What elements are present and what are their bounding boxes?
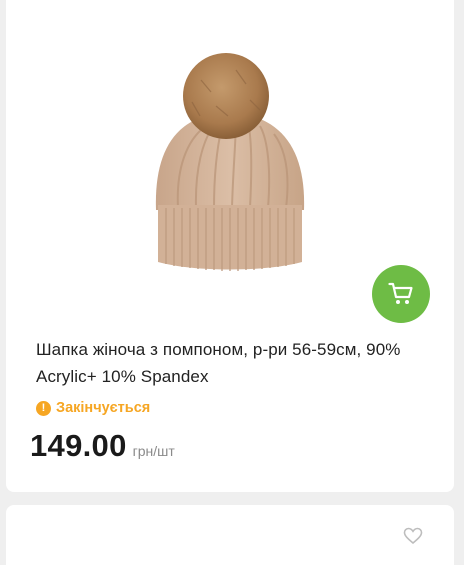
price-value: 149.00 [30, 428, 127, 463]
warning-icon: ! [36, 400, 51, 416]
next-product-card[interactable] [6, 505, 454, 565]
shopping-cart-icon [388, 282, 413, 304]
heart-icon[interactable] [403, 527, 423, 545]
price-block: 149.00 грн/шт [30, 428, 175, 464]
stock-status: ! Закінчується [36, 398, 150, 418]
beanie-icon [155, 53, 305, 271]
product-card[interactable]: Шапка жіноча з помпоном, р-ри 56-59см, 9… [6, 0, 454, 492]
price-unit: грн/шт [132, 443, 175, 459]
product-image[interactable] [6, 40, 454, 290]
product-title[interactable]: Шапка жіноча з помпоном, р-ри 56-59см, 9… [36, 336, 426, 390]
add-to-cart-button[interactable] [372, 265, 430, 323]
stock-status-label: Закінчується [56, 400, 151, 416]
